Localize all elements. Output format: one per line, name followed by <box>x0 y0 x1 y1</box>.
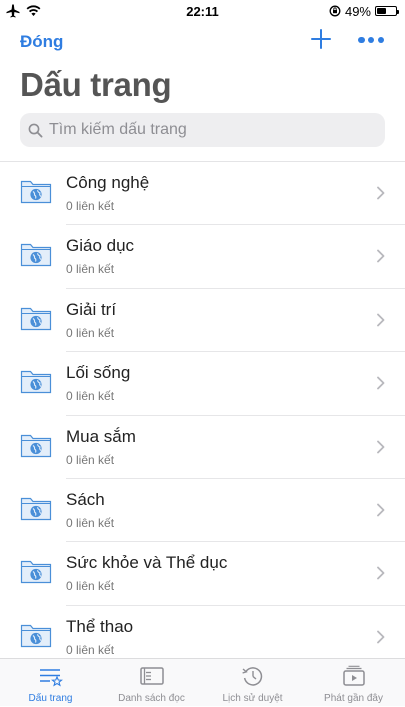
plus-icon[interactable] <box>310 28 332 50</box>
folder-name: Giáo dục <box>66 236 135 256</box>
folder-name: Công nghệ <box>66 173 150 192</box>
folder-link-count: 0 liên kết <box>66 579 115 594</box>
search-bar[interactable] <box>20 113 385 147</box>
tab-label: Dấu trang <box>28 693 73 704</box>
tab-history[interactable]: Lịch sử duyệt <box>202 659 303 707</box>
search-icon <box>28 123 43 138</box>
folder-link-count: 0 liên kết <box>66 262 115 277</box>
chevron-right-icon <box>377 376 385 390</box>
history-icon <box>241 667 262 686</box>
tab-reading-list[interactable]: Danh sách đọc <box>101 659 202 707</box>
folder-row[interactable]: Công nghệ 0 liên kết <box>0 162 405 226</box>
folder-list: Công nghệ 0 liên kết Giáo dục 0 liên kết Giả… <box>0 162 405 658</box>
tab-recently-played[interactable]: Phát gần đây <box>303 659 404 707</box>
chevron-right-icon <box>377 313 385 327</box>
folder-row[interactable]: Mua sắm 0 liên kết <box>0 416 405 479</box>
chevron-right-icon <box>377 630 385 644</box>
folder-link-count: 0 liên kết <box>66 199 115 213</box>
folder-row[interactable]: Sách 0 liên kết <box>0 479 405 543</box>
folder-row[interactable]: Sức khỏe và Thể dục 0 liên kết <box>0 542 405 606</box>
ellipsis-icon[interactable] <box>358 36 384 44</box>
chevron-right-icon <box>377 503 385 517</box>
folder-link-count: 0 liên kết <box>66 642 115 657</box>
chevron-right-icon <box>377 186 385 200</box>
folder-icon <box>20 180 52 204</box>
reading-list-icon <box>139 667 164 685</box>
battery-level <box>377 8 386 14</box>
recently-played-icon <box>342 665 365 686</box>
orientation-lock-icon <box>329 5 341 17</box>
folder-icon <box>20 624 52 647</box>
folder-name: Sức khỏe và Thể dục <box>66 553 228 573</box>
folder-icon <box>20 371 52 394</box>
folder-icon <box>20 561 52 584</box>
folder-name: Thể thao <box>66 616 134 636</box>
tab-label: Danh sách đọc <box>118 693 185 704</box>
close-button[interactable]: Đóng <box>20 32 63 52</box>
airplane-icon <box>6 4 20 18</box>
folder-icon <box>20 434 52 457</box>
folder-row[interactable]: Giáo dục 0 liên kết <box>0 225 405 289</box>
tab-bar: Dấu trang Danh sách đọc Lịch sử duyệt Ph… <box>0 658 405 706</box>
folder-name: Sách <box>66 489 105 509</box>
nav-bar: Đóng <box>0 22 405 62</box>
folder-link-count: 0 liên kết <box>66 452 115 467</box>
folder-icon <box>20 307 52 330</box>
page-title: Dấu trang <box>20 66 172 103</box>
tab-label: Lịch sử duyệt <box>222 693 283 704</box>
folder-icon <box>20 244 52 267</box>
battery-percent: 49% <box>344 3 371 19</box>
folder-row[interactable]: Lối sống 0 liên kết <box>0 352 405 416</box>
folder-link-count: 0 liên kết <box>66 515 115 530</box>
search-input[interactable] <box>49 121 369 139</box>
folder-name: Giải trí <box>66 299 117 319</box>
status-bar: 22:11 49% <box>0 0 405 22</box>
folder-row[interactable]: Giải trí 0 liên kết <box>0 289 405 353</box>
tab-bookmarks[interactable]: Dấu trang <box>0 659 101 707</box>
folder-link-count: 0 liên kết <box>66 325 115 340</box>
folder-icon <box>20 497 52 521</box>
folder-name: Lối sống <box>66 363 131 383</box>
chevron-right-icon <box>377 440 385 453</box>
chevron-right-icon <box>377 566 385 580</box>
folder-row[interactable]: Thể thao 0 liên kết <box>0 606 405 658</box>
bookmarks-icon <box>39 669 63 687</box>
tab-label: Phát gần đây <box>324 693 383 704</box>
chevron-right-icon <box>377 249 385 263</box>
battery-icon <box>375 6 399 16</box>
folder-link-count: 0 liên kết <box>66 389 115 404</box>
wifi-icon <box>26 5 41 16</box>
folder-name: Mua sắm <box>66 426 136 446</box>
